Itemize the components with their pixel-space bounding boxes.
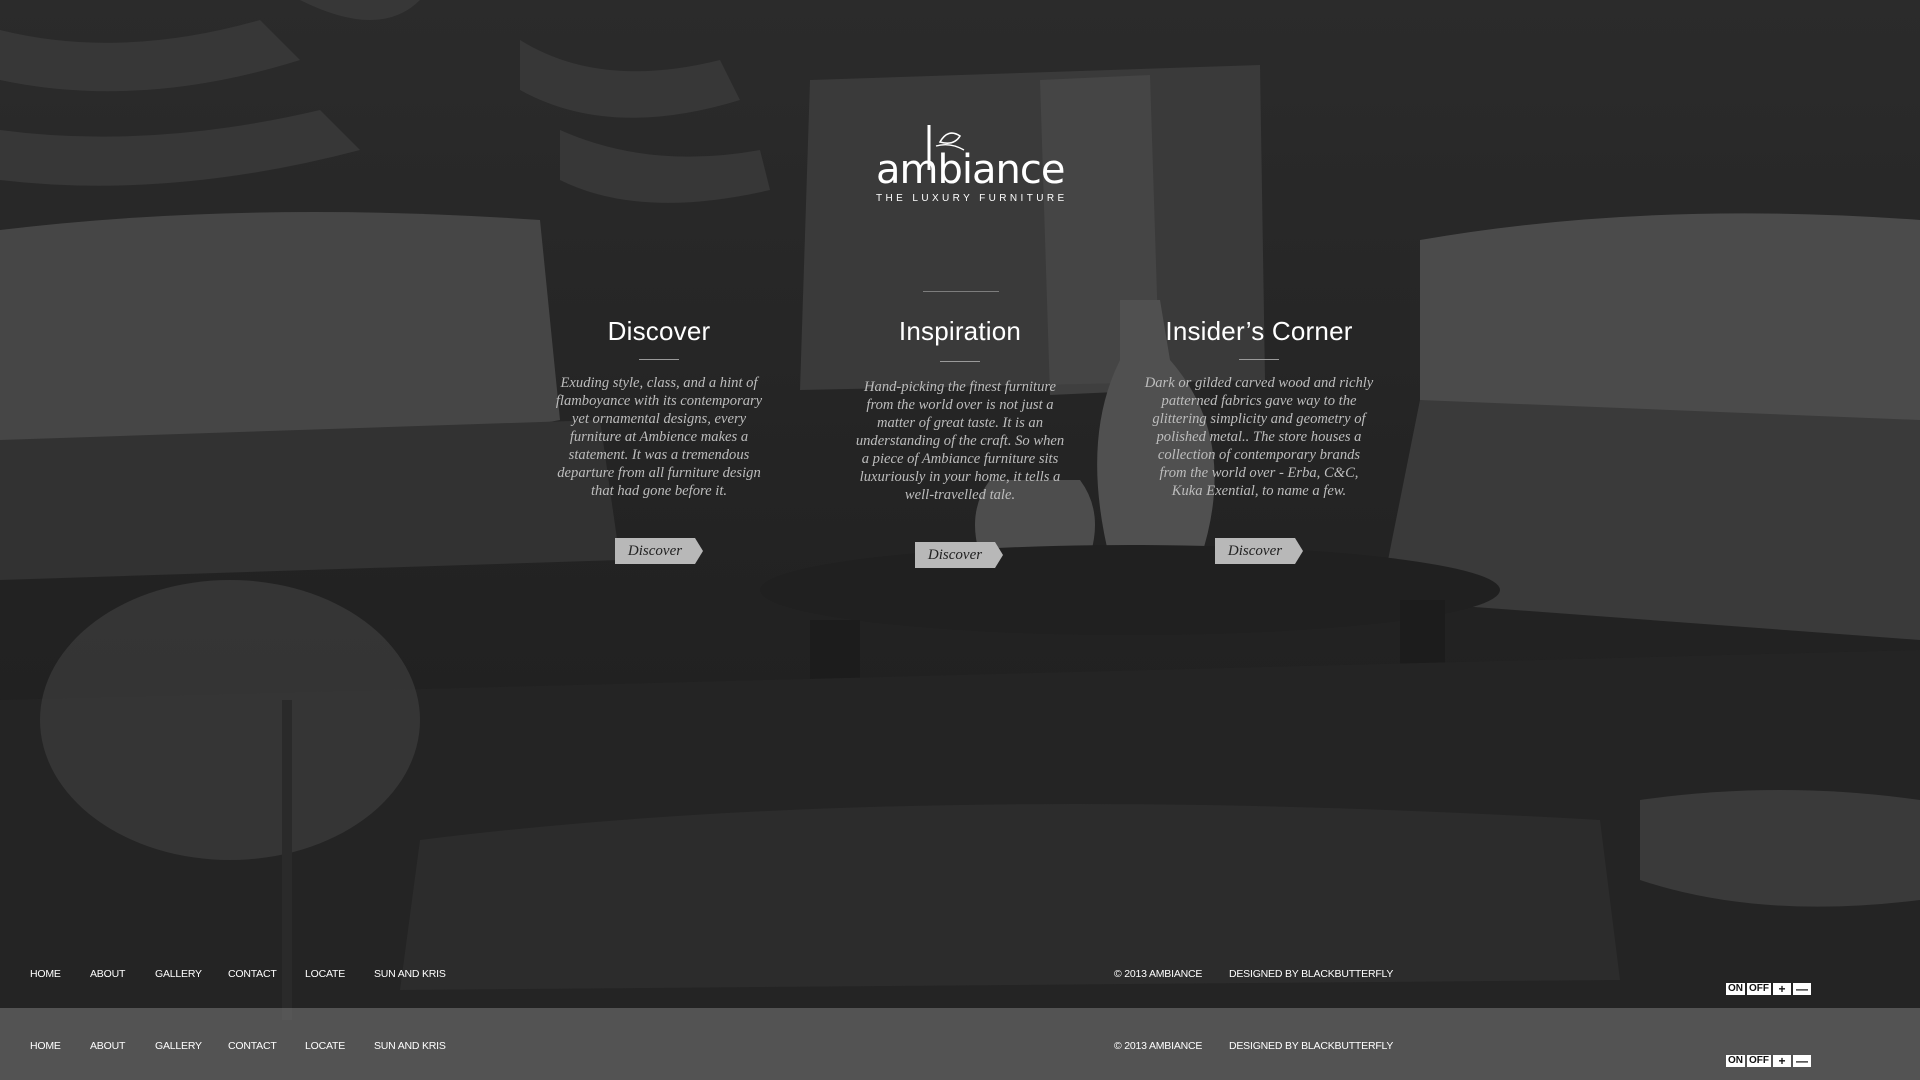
music-controls: ON OFF + —: [1726, 982, 1811, 996]
column-title: Discover: [607, 316, 711, 346]
nav-contact-link[interactable]: CONTACT: [228, 1040, 277, 1052]
nav-sun-and-kris-link[interactable]: SUN AND KRIS: [374, 1040, 446, 1052]
nav-locate-link[interactable]: LOCATE: [305, 1040, 345, 1052]
column-body: Hand-picking the finest furniture from t…: [855, 379, 1065, 503]
divider-line: [923, 291, 999, 292]
discover-button[interactable]: Discover: [615, 538, 703, 564]
title-rule: [639, 359, 679, 360]
column-title: Inspiration: [898, 316, 1022, 346]
discover-button[interactable]: Discover: [1215, 538, 1303, 564]
copyright-text: © 2013 AMBIANCE: [1114, 968, 1203, 980]
volume-up-icon[interactable]: +: [1773, 1055, 1791, 1067]
brand-logo[interactable]: ambiance THE LUXURY FURNITURE: [870, 120, 1065, 210]
volume-down-icon[interactable]: —: [1793, 983, 1811, 995]
footer: HOME ABOUT GALLERY CONTACT LOCATE SUN AN…: [0, 968, 1920, 984]
nav-locate-link[interactable]: LOCATE: [305, 968, 345, 980]
music-off-button[interactable]: OFF: [1747, 983, 1771, 995]
nav-sun-and-kris-link[interactable]: SUN AND KRIS: [374, 968, 446, 980]
nav-about-link[interactable]: ABOUT: [90, 968, 125, 980]
volume-down-icon[interactable]: —: [1793, 1055, 1811, 1067]
discover-button[interactable]: Discover: [915, 542, 1003, 568]
music-on-button[interactable]: ON: [1726, 1055, 1745, 1067]
column-body: Dark or gilded carved wood and richly pa…: [1144, 375, 1374, 499]
title-rule: [1239, 359, 1279, 360]
column-body: Exuding style, class, and a hint of flam…: [555, 375, 763, 499]
copyright-text: © 2013 AMBIANCE: [1114, 1040, 1203, 1052]
footer-secondary: HOME ABOUT GALLERY CONTACT LOCATE SUN AN…: [0, 1040, 1920, 1056]
title-rule: [940, 361, 980, 362]
brand-name: ambiance: [876, 147, 1065, 193]
volume-up-icon[interactable]: +: [1773, 983, 1791, 995]
nav-contact-link[interactable]: CONTACT: [228, 968, 277, 980]
designer-credit[interactable]: DESIGNED BY BLACKBUTTERFLY: [1229, 968, 1393, 980]
nav-home-link[interactable]: HOME: [30, 1040, 61, 1052]
column-title: Insider’s Corner: [1165, 316, 1353, 346]
nav-gallery-link[interactable]: GALLERY: [155, 1040, 202, 1052]
nav-about-link[interactable]: ABOUT: [90, 1040, 125, 1052]
brand-tagline: THE LUXURY FURNITURE: [876, 193, 1068, 204]
nav-home-link[interactable]: HOME: [30, 968, 61, 980]
column-inspiration: Inspiration Hand-picking the finest furn…: [854, 316, 1066, 504]
music-on-button[interactable]: ON: [1726, 983, 1745, 995]
column-discover: Discover Exuding style, class, and a hin…: [553, 316, 765, 500]
music-controls: ON OFF + —: [1726, 1054, 1811, 1068]
music-off-button[interactable]: OFF: [1747, 1055, 1771, 1067]
designer-credit[interactable]: DESIGNED BY BLACKBUTTERFLY: [1229, 1040, 1393, 1052]
column-insiders-corner: Insider’s Corner Dark or gilded carved w…: [1143, 316, 1375, 500]
nav-gallery-link[interactable]: GALLERY: [155, 968, 202, 980]
